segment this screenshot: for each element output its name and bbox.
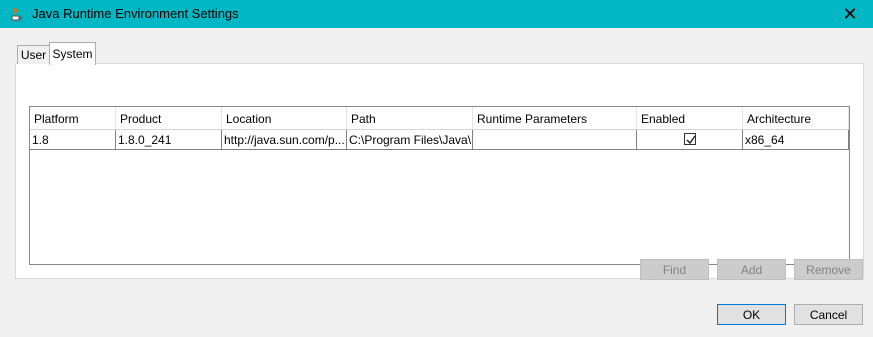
column-header-runtime-parameters[interactable]: Runtime Parameters: [473, 107, 637, 130]
java-icon: [8, 6, 24, 22]
cancel-button[interactable]: Cancel: [794, 304, 863, 325]
table-row[interactable]: 1.8 1.8.0_241 http://java.sun.com/p... C…: [30, 130, 849, 150]
column-header-path[interactable]: Path: [347, 107, 473, 130]
column-header-architecture[interactable]: Architecture: [743, 107, 849, 130]
close-icon: ✕: [842, 3, 858, 25]
cell-architecture[interactable]: x86_64: [743, 130, 849, 150]
remove-button[interactable]: Remove: [794, 259, 863, 280]
tab-user[interactable]: User: [17, 45, 50, 64]
column-header-enabled[interactable]: Enabled: [637, 107, 743, 130]
add-button[interactable]: Add: [717, 259, 786, 280]
cell-path[interactable]: C:\Program Files\Java\...: [347, 130, 473, 150]
find-button[interactable]: Find: [640, 259, 709, 280]
tab-system[interactable]: System: [49, 42, 96, 65]
table-header: Platform Product Location Path Runtime P…: [30, 107, 849, 130]
dialog-body: User System Platform Product Location Pa…: [1, 28, 872, 336]
checkmark-icon: [686, 135, 696, 145]
cell-location[interactable]: http://java.sun.com/p...: [222, 130, 347, 150]
close-button[interactable]: ✕: [827, 0, 873, 28]
jre-table[interactable]: Platform Product Location Path Runtime P…: [29, 106, 850, 265]
cell-product[interactable]: 1.8.0_241: [116, 130, 222, 150]
window-title: Java Runtime Environment Settings: [32, 6, 239, 21]
enabled-checkbox[interactable]: [684, 133, 696, 145]
column-header-platform[interactable]: Platform: [30, 107, 116, 130]
title-bar[interactable]: Java Runtime Environment Settings ✕: [0, 0, 873, 28]
column-header-location[interactable]: Location: [222, 107, 347, 130]
cell-enabled[interactable]: [637, 130, 743, 150]
ok-button[interactable]: OK: [717, 304, 786, 325]
cell-platform[interactable]: 1.8: [30, 130, 116, 150]
cell-runtime-parameters[interactable]: [473, 130, 637, 150]
column-header-product[interactable]: Product: [116, 107, 222, 130]
